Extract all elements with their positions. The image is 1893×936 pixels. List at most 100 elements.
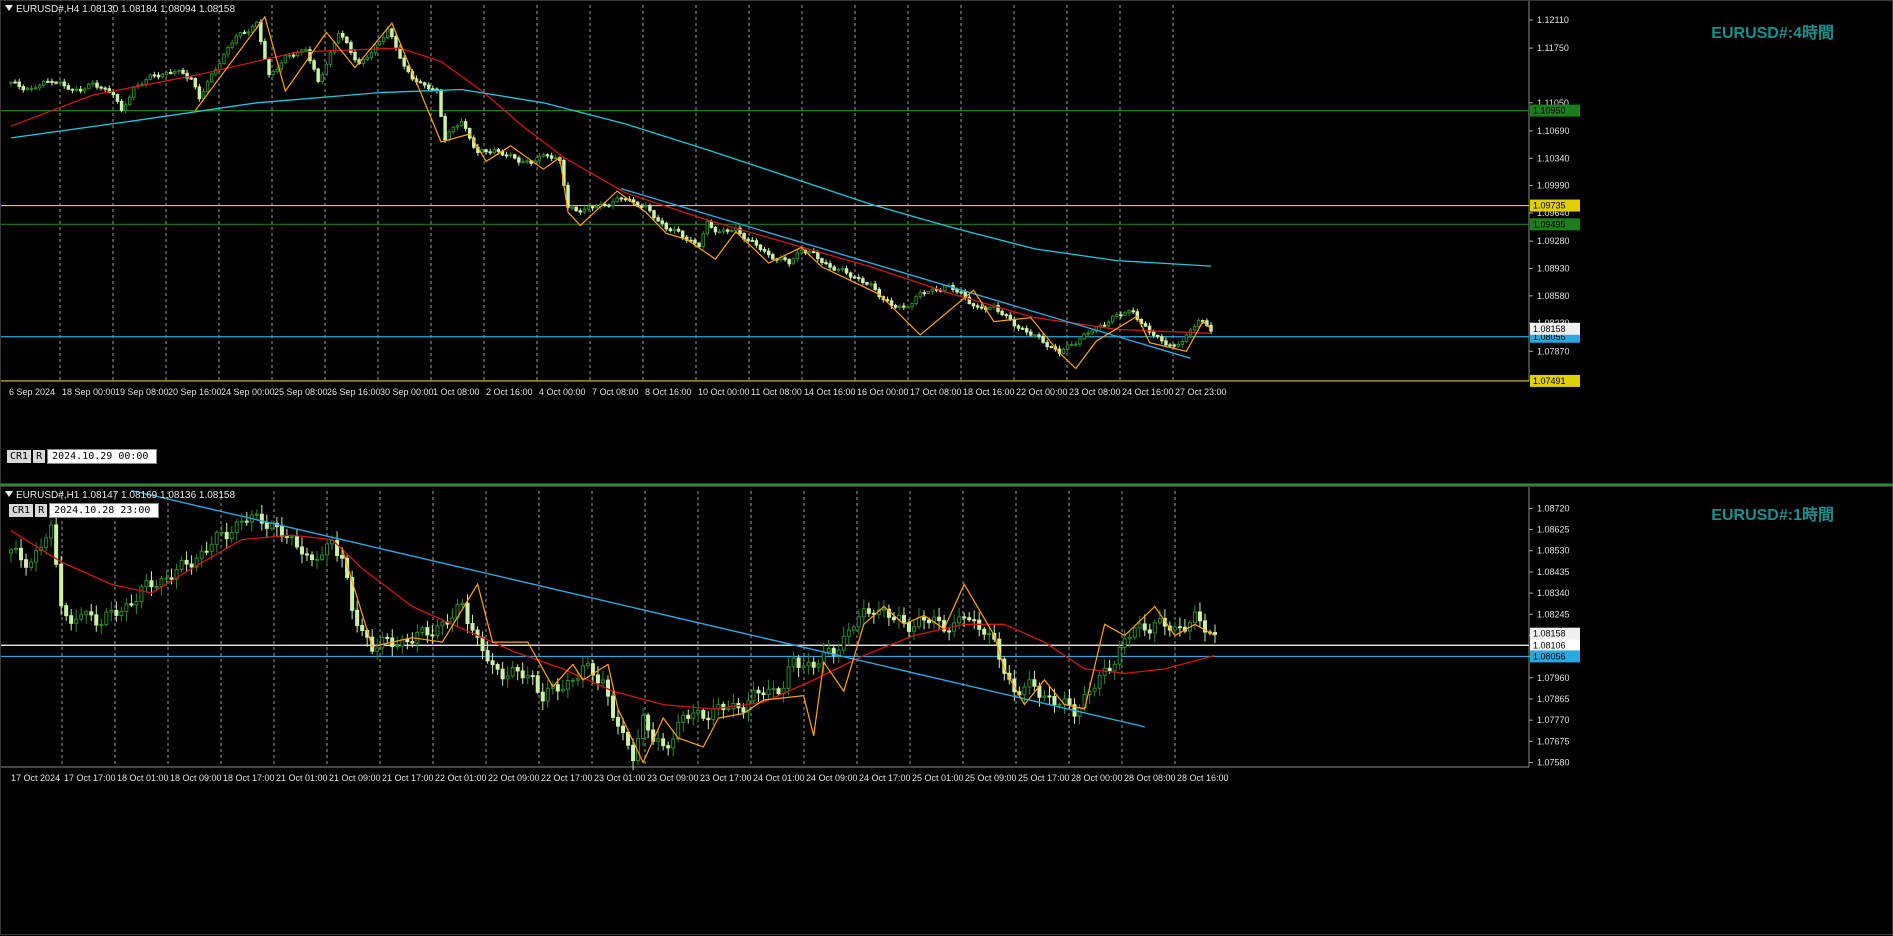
- candle: [299, 546, 304, 555]
- candle: [114, 609, 119, 616]
- cr1-tag[interactable]: CR1: [9, 504, 34, 517]
- y-tick-label: 1.08580: [1537, 291, 1570, 301]
- x-tick-label: 25 Oct 17:00: [1018, 773, 1070, 783]
- candle: [1092, 687, 1097, 692]
- y-tick-label: 1.08435: [1537, 567, 1570, 577]
- collapse-triangle-icon[interactable]: [5, 5, 13, 11]
- candle: [197, 86, 202, 100]
- candle: [791, 657, 796, 668]
- x-tick-label: 18 Oct 01:00: [117, 773, 169, 783]
- h4-chart-panel[interactable]: 6 Sep 2024 18 Sep 00:00 19 Sep 08:00 20 Sep…: [0, 0, 1893, 484]
- candle: [465, 602, 470, 625]
- candle: [1117, 646, 1122, 665]
- candle: [545, 154, 550, 157]
- candle: [816, 663, 821, 668]
- candle: [1142, 623, 1147, 631]
- y-tick-label: 1.08245: [1537, 609, 1570, 619]
- candle: [218, 63, 222, 71]
- candle: [666, 745, 671, 749]
- candle: [242, 32, 247, 35]
- x-tick-label: 23 Oct 09:00: [647, 773, 699, 783]
- candle: [287, 54, 292, 57]
- candle: [646, 714, 651, 731]
- candle: [901, 615, 906, 623]
- cr1-tag[interactable]: CR1: [7, 450, 32, 463]
- candle: [726, 708, 731, 711]
- current-price-label: 1.08158: [1533, 629, 1566, 639]
- candle: [721, 229, 726, 233]
- candle: [154, 585, 159, 588]
- candle: [841, 635, 846, 651]
- candle: [631, 744, 636, 762]
- candle: [463, 121, 468, 129]
- candle: [345, 36, 349, 44]
- candle: [910, 303, 914, 308]
- h1-chart-panel[interactable]: 17 Oct 2024 17 Oct 17:00 18 Oct 01:00 18 Oc…: [0, 486, 1893, 935]
- y-tick-label: 1.10340: [1537, 153, 1570, 163]
- candle: [144, 580, 149, 588]
- candle: [1123, 312, 1127, 316]
- x-tick-label: 19 Sep 08:00: [115, 387, 169, 397]
- x-tick-label: 7 Oct 08:00: [592, 387, 639, 397]
- y-tick-label: 1.08720: [1537, 503, 1570, 513]
- candle: [631, 199, 636, 203]
- candle: [1078, 338, 1082, 345]
- candle: [705, 221, 709, 235]
- price-line-label: 1.08106: [1533, 640, 1566, 650]
- x-tick-label: 23 Oct 01:00: [594, 773, 646, 783]
- candle: [701, 709, 706, 719]
- candle: [959, 291, 963, 294]
- candle: [184, 559, 189, 565]
- candle: [574, 206, 578, 212]
- x-tick-label: 22 Oct 17:00: [541, 773, 593, 783]
- candle: [836, 268, 841, 271]
- candle: [422, 82, 427, 86]
- candle: [271, 70, 275, 76]
- x-tick-label: 25 Oct 09:00: [965, 773, 1017, 783]
- candle: [861, 608, 866, 618]
- candle: [861, 278, 865, 284]
- candle: [1132, 627, 1137, 638]
- x-tick-label: 4 Oct 00:00: [539, 387, 586, 397]
- candle: [17, 81, 21, 88]
- candle: [129, 603, 134, 606]
- candle: [1115, 314, 1119, 317]
- r-tag[interactable]: R: [33, 450, 46, 463]
- candle: [982, 628, 987, 635]
- candle: [930, 288, 935, 292]
- candle: [25, 87, 30, 91]
- candle: [500, 668, 505, 680]
- h1-chart[interactable]: 17 Oct 2024 17 Oct 17:00 18 Oct 01:00 18 Oc…: [1, 487, 1893, 936]
- candle: [460, 602, 465, 606]
- candle: [405, 638, 410, 643]
- h4-chart[interactable]: 6 Sep 2024 18 Sep 00:00 19 Sep 08:00 20 Sep…: [1, 1, 1893, 485]
- candle: [988, 306, 992, 310]
- candle: [349, 42, 353, 53]
- candle: [94, 614, 99, 626]
- candle: [95, 82, 99, 88]
- candle: [66, 85, 71, 90]
- x-tick-label: 26 Sep 16:00: [327, 387, 381, 397]
- candle: [164, 577, 169, 580]
- candle: [320, 74, 324, 82]
- candle: [639, 205, 644, 208]
- collapse-triangle-icon[interactable]: [5, 491, 13, 497]
- candle: [771, 688, 776, 691]
- candle: [8, 549, 14, 554]
- candle: [46, 80, 50, 83]
- candle: [575, 678, 580, 681]
- x-tick-label: 25 Oct 01:00: [912, 773, 964, 783]
- candle: [294, 536, 299, 548]
- candle: [431, 88, 435, 91]
- candle: [1164, 340, 1168, 346]
- candle: [111, 92, 116, 96]
- candle: [776, 688, 781, 695]
- candle: [115, 94, 120, 102]
- candle: [844, 268, 849, 274]
- candle: [832, 266, 836, 271]
- candle: [1086, 332, 1090, 335]
- candle: [730, 229, 734, 232]
- candle: [911, 626, 917, 632]
- r-tag[interactable]: R: [35, 504, 48, 517]
- candle: [927, 619, 932, 624]
